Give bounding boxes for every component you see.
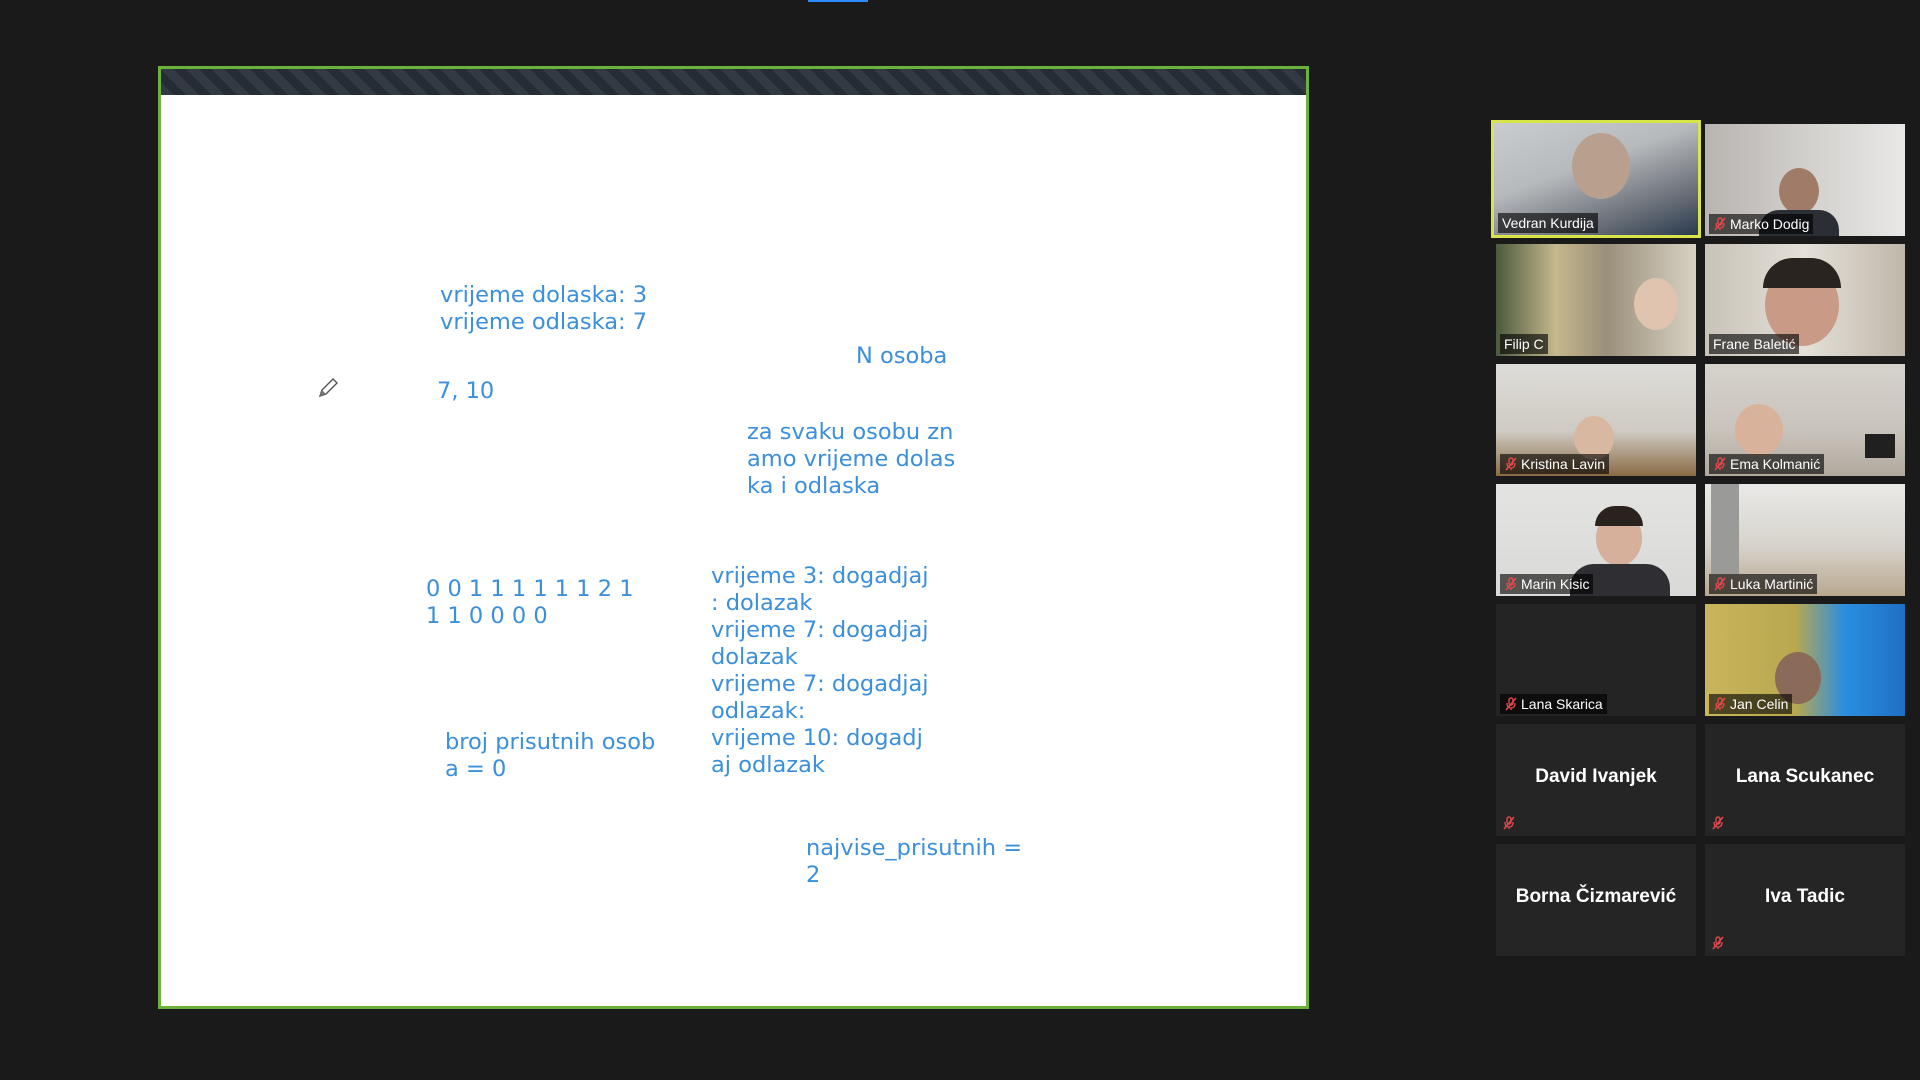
mic-muted-icon [1505,457,1517,471]
mic-muted-icon [1714,457,1726,471]
participant-tile[interactable]: Vedran Kurdija [1491,120,1701,238]
participant-head [1634,278,1678,330]
present-count-line-1: broj prisutnih osob [445,729,656,755]
event-line-2: : dolazak [711,590,813,616]
every-person-line-1: za svaku osobu zn [747,419,954,445]
every-person-line-2: amo vrijeme dolas [747,446,956,472]
present-count-line-2: a = 0 [445,756,507,782]
arrival-text: vrijeme dolaska: 3 [440,282,648,308]
participant-name-tag: Marko Dodig [1709,214,1814,234]
participant-name: Borna Čizmarević [1515,886,1677,907]
n-people-text: N osoba [856,343,948,369]
mic-muted-icon [1712,936,1724,950]
participant-tile[interactable]: Frane Baletić [1705,244,1905,356]
mic-muted-icon [1505,577,1517,591]
shared-screen: vrijeme dolaska: 3 vrijeme odlaska: 7 7,… [158,66,1309,1009]
participant-tile[interactable]: Ema Kolmanić [1705,364,1905,476]
participant-name: Marin Kisic [1521,576,1590,592]
mic-muted-icon [1712,816,1724,830]
participant-name: Kristina Lavin [1521,456,1606,472]
participant-tile[interactable]: Luka Martinić [1705,484,1905,596]
participant-name-tag: Filip C [1500,334,1548,354]
mic-muted-icon [1714,577,1726,591]
participant-name: Lana Scukanec [1735,766,1875,787]
participant-name-tag: Lana Skarica [1500,694,1607,714]
participant-tile[interactable]: Marko Dodig [1705,124,1905,236]
shared-screen-header [161,69,1306,95]
participant-name: David Ivanjek [1535,766,1657,787]
participant-name: Vedran Kurdija [1502,215,1594,231]
participant-name-tag: Kristina Lavin [1500,454,1610,474]
participant-name: Lana Skarica [1521,696,1603,712]
participant-tile[interactable]: Lana Scukanec [1705,724,1905,836]
participant-name-tag: Jan Celin [1709,694,1793,714]
mic-muted-icon [1714,697,1726,711]
participant-name-tag: Frane Baletić [1709,334,1800,354]
mic-muted-icon [1505,697,1517,711]
participant-tile[interactable]: Kristina Lavin [1496,364,1696,476]
event-line-8: aj odlazak [711,752,825,778]
sequence-line-2: 1 1 0 0 0 0 [426,603,548,629]
participant-name: Jan Celin [1730,696,1789,712]
event-line-1: vrijeme 3: dogadjaj [711,563,929,589]
event-line-5: vrijeme 7: dogadjaj [711,671,929,697]
participant-name: Luka Martinić [1730,576,1814,592]
event-line-3: vrijeme 7: dogadjaj [711,617,929,643]
participant-tile[interactable]: Marin Kisic [1496,484,1696,596]
participant-name-tag: Luka Martinić [1709,574,1818,594]
participant-name-tag: Vedran Kurdija [1498,213,1598,233]
top-tab-indicator [808,0,868,2]
event-line-7: vrijeme 10: dogadj [711,725,923,751]
participant-name: Ema Kolmanić [1730,456,1821,472]
participant-name: Iva Tadic [1765,886,1845,907]
max-present-line-2: 2 [806,862,821,888]
participant-name: Marko Dodig [1730,216,1810,232]
participant-head [1779,168,1819,214]
participant-head [1572,133,1630,199]
pair-text: 7, 10 [437,378,495,404]
every-person-line-3: ka i odlaska [747,473,881,499]
max-present-line-1: najvise_prisutnih = [806,835,1023,861]
departure-text: vrijeme odlaska: 7 [440,309,648,335]
participant-tile[interactable]: Iva Tadic [1705,844,1905,956]
mic-muted-icon [1714,217,1726,231]
pencil-icon [318,378,338,398]
participant-tile[interactable]: Filip C [1496,244,1696,356]
event-line-6: odlazak: [711,698,806,724]
mic-muted-icon [1503,816,1515,830]
participant-tile[interactable]: Jan Celin [1705,604,1905,716]
event-line-4: dolazak [711,644,798,670]
participant-head [1735,404,1783,456]
participant-tile[interactable]: Borna Čizmarević [1496,844,1696,956]
participant-name-tag: Ema Kolmanić [1709,454,1825,474]
participant-name: Frane Baletić [1713,336,1796,352]
background-object [1865,434,1895,458]
participant-name: Filip C [1504,336,1544,352]
participant-name-tag: Marin Kisic [1500,574,1594,594]
background-door [1711,484,1739,574]
participant-tile[interactable]: Lana Skarica [1496,604,1696,716]
participant-tile[interactable]: David Ivanjek [1496,724,1696,836]
sequence-line-1: 0 0 1 1 1 1 1 1 2 1 [426,576,634,602]
